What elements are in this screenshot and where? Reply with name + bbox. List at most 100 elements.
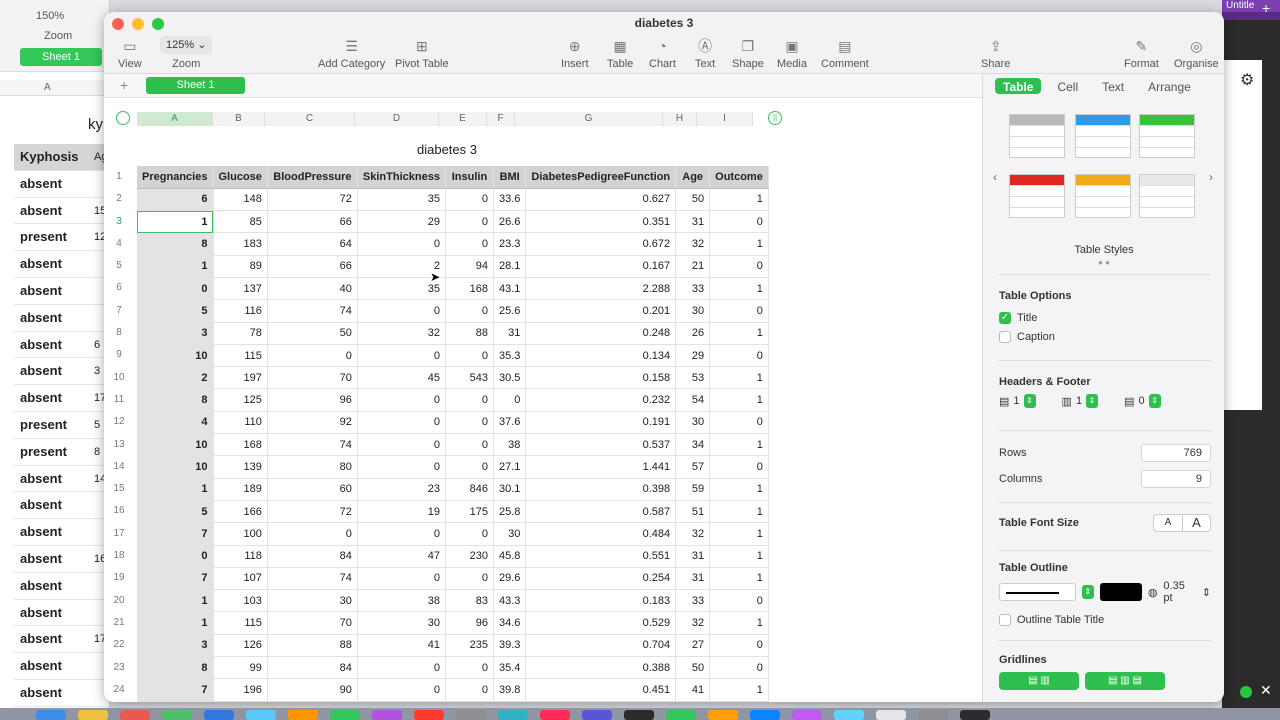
table-cell[interactable]: 0 [357,344,446,368]
table-cell[interactable]: 0.134 [525,344,677,368]
table-cell[interactable]: 0 [709,299,769,323]
table-cell[interactable]: 118 [213,545,268,568]
table-cell[interactable]: 0 [357,567,446,591]
table-cell[interactable]: 32 [675,522,711,546]
table-title[interactable]: diabetes 3 [137,142,757,157]
table-cell[interactable]: 25.8 [493,500,527,524]
table-cell[interactable]: 183 [213,232,268,256]
table-cell[interactable]: 1 [709,366,769,390]
table-cell[interactable]: 50 [675,188,711,212]
table-cell[interactable]: 66 [267,255,358,278]
table-select-handle[interactable] [116,111,130,125]
table-cell[interactable]: 0.388 [525,656,677,680]
dock-app-icon[interactable] [708,710,738,720]
table-cell[interactable]: 50 [675,656,711,680]
table-cell[interactable]: 90 [267,678,358,702]
font-smaller-button[interactable]: A [1154,515,1182,531]
table-cell[interactable]: 23 [357,478,446,501]
table-cell[interactable]: 175 [445,500,494,524]
table-cell[interactable]: 5 [137,299,214,323]
sheet-tab[interactable]: Sheet 1 [146,77,245,94]
table-cell[interactable]: 7 [137,678,214,702]
dock-app-icon[interactable] [204,710,234,720]
row-number[interactable]: 11 [104,389,134,411]
column-letter[interactable]: D [355,112,439,126]
table-cell[interactable]: 29.6 [493,567,527,591]
line-style-select[interactable] [999,583,1076,601]
table-cell[interactable]: 166 [213,500,268,524]
table-cell[interactable]: 1 [137,478,214,501]
table-cell[interactable]: 31 [675,567,711,591]
table-cell[interactable]: 33 [675,277,711,301]
table-cell[interactable]: 66 [267,210,358,234]
tab-cell[interactable]: Cell [1049,78,1086,94]
table-cell[interactable]: 43.3 [493,589,527,613]
row-number[interactable]: 12 [104,411,134,433]
table-cell[interactable]: 70 [267,366,358,390]
column-header[interactable]: DiabetesPedigreeFunction [525,166,677,189]
table-cell[interactable]: 2.288 [525,277,677,301]
table-cell[interactable]: 64 [267,232,358,256]
table-cell[interactable]: 846 [445,478,494,501]
table-cell[interactable]: 1 [709,277,769,301]
table-cell[interactable]: 6 [137,188,214,212]
table-cell[interactable]: 7 [137,567,214,591]
column-letter[interactable]: F [487,112,515,126]
table-cell[interactable]: 0.704 [525,634,677,658]
table-cell[interactable]: 0 [709,656,769,680]
table-cell[interactable]: 0 [445,188,494,212]
table-cell[interactable]: 0 [709,210,769,234]
column-letter[interactable]: G [515,112,663,126]
table-cell[interactable]: 74 [267,299,358,323]
dock-app-icon[interactable] [834,710,864,720]
table-cell[interactable]: 110 [213,411,268,435]
gear-icon[interactable]: ⚙ [1240,70,1254,90]
page-dots[interactable]: ● ● [983,258,1224,267]
columns-field[interactable]: 9 [1141,470,1211,488]
row-number[interactable]: 17 [104,523,134,545]
dock-app-icon[interactable] [582,710,612,720]
table-cell[interactable]: 80 [267,455,358,479]
table-cell[interactable]: 0 [709,455,769,479]
table-cell[interactable]: 0 [357,232,446,256]
column-letter[interactable]: E [439,112,487,126]
row-number[interactable]: 3 [104,211,134,233]
new-tab-icon[interactable]: + [1262,0,1270,16]
table-cell[interactable]: 31 [675,545,711,568]
table-cell[interactable]: 0.351 [525,210,677,234]
table-cell[interactable]: 189 [213,478,268,501]
dock-app-icon[interactable] [246,710,276,720]
table-style-swatch[interactable] [1139,174,1195,218]
table-cell[interactable]: 4 [137,411,214,435]
table-cell[interactable]: 74 [267,433,358,457]
comment-button[interactable]: ▤ Comment [821,36,869,70]
share-button[interactable]: ⇪ Share [981,36,1010,70]
stepper-icon[interactable]: ⇕ [1081,585,1094,599]
table-cell[interactable]: 27.1 [493,455,527,479]
column-header[interactable]: SkinThickness [357,166,446,189]
table-cell[interactable]: 30 [493,522,527,546]
table-cell[interactable]: 0.254 [525,567,677,591]
column-header[interactable]: BloodPressure [267,166,358,189]
table-button[interactable]: ▦ Table [607,36,633,70]
table-cell[interactable]: 29 [675,344,711,368]
gridline-horizontal-button[interactable]: ▤ ▥ [999,672,1079,690]
column-header[interactable]: BMI [493,166,527,189]
outline-width-field[interactable]: 0.35 pt [1163,580,1195,604]
row-number[interactable]: 23 [104,657,134,679]
dock-app-icon[interactable] [750,710,780,720]
table-cell[interactable]: 1 [709,232,769,256]
table-cell[interactable]: 33 [675,589,711,613]
table-cell[interactable]: 0.484 [525,522,677,546]
table-cell[interactable]: 33.6 [493,188,527,212]
dock-app-icon[interactable] [498,710,528,720]
row-number[interactable]: 19 [104,567,134,589]
table-cell[interactable]: 34.6 [493,611,527,635]
media-button[interactable]: ▣ Media [777,36,807,70]
table-cell[interactable]: 0.529 [525,611,677,635]
table-cell[interactable]: 0 [445,656,494,680]
insert-button[interactable]: ⊕ Insert [561,36,589,70]
column-header[interactable]: Outcome [709,166,769,189]
table-cell[interactable]: 0.248 [525,322,677,345]
table-cell[interactable]: 125 [213,388,268,412]
